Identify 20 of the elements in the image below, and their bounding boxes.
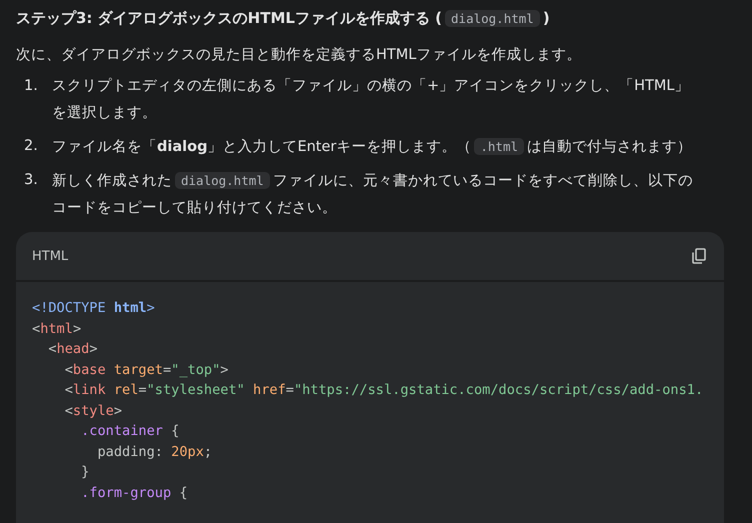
step-number: 3. <box>24 171 39 190</box>
code-line: <!DOCTYPE html> <box>32 299 156 318</box>
code-line: <head> <box>47 340 98 359</box>
step-number: 1. <box>24 77 39 96</box>
code-line: .container { <box>80 422 180 441</box>
step-text: ファイル名を「dialog」と入力してEnterキーを押します。（ .html は自動で付与されます） <box>52 137 692 157</box>
code-line: padding: 20px; <box>96 442 214 462</box>
code-language-label: HTML <box>32 248 68 264</box>
step-text: スクリプトエディタの左側にある「ファイル」の横の「+」アイコンをクリックし、「HTML」を選択します。 <box>52 76 690 123</box>
code-line: <base target="_top"> <box>64 360 230 380</box>
step-text: 新しく作成された dialog.html ファイルに、元々書かれているコードをすべて削除し、以下のコードをコピーして貼り付けてください。 <box>52 171 694 218</box>
code-line: <link rel="stylesheet" href="https://ssl.gstatic.com/docs/script/css/add-ons1. <box>64 381 704 400</box>
copy-icon[interactable] <box>690 247 708 265</box>
step-number: 2. <box>24 137 39 156</box>
code-line: <html> <box>32 320 82 338</box>
section-heading: ステップ3: ダイアログボックスのHTMLファイルを作成する ( dialog.html ) <box>16 8 551 29</box>
intro-text: 次に、ダイアログボックスの見た目と動作を定義するHTMLファイルを作成します。 <box>16 46 582 65</box>
code-line: .form-group { <box>80 484 189 502</box>
code-line: <style> <box>64 402 124 420</box>
code-line: } <box>80 463 90 482</box>
